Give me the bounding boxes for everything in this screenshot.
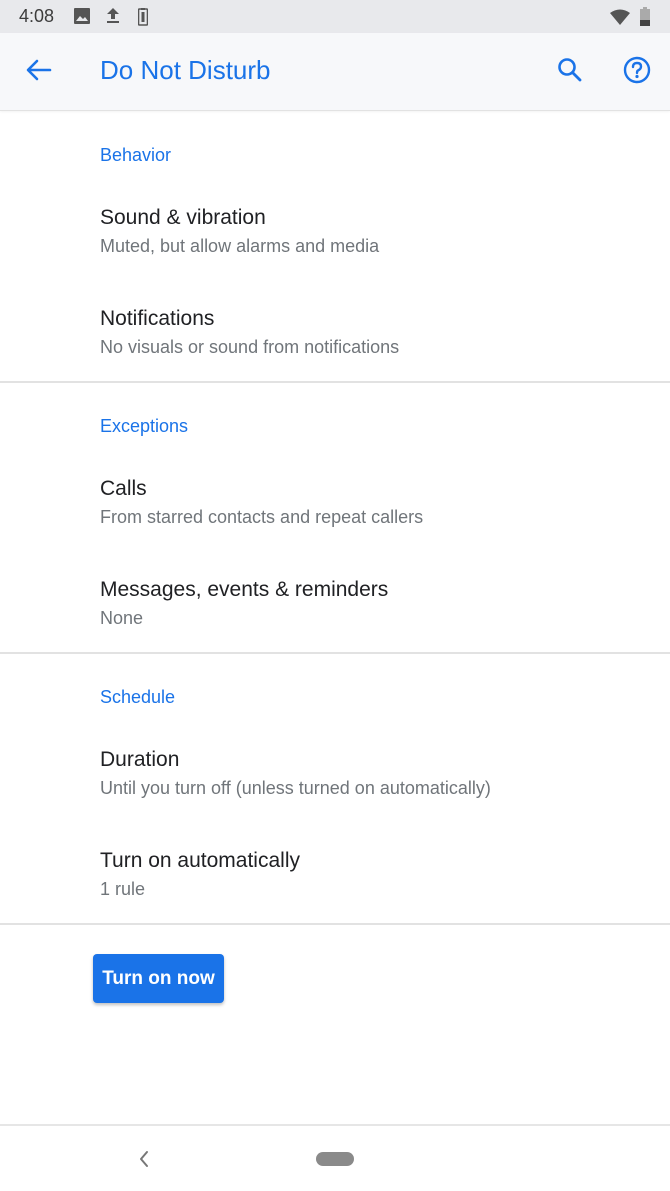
app-bar: Do Not Disturb bbox=[0, 33, 670, 111]
status-bar: 4:08 bbox=[0, 0, 670, 33]
back-button[interactable] bbox=[22, 55, 56, 89]
pref-title: Messages, events & reminders bbox=[100, 578, 389, 601]
section-header-schedule: Schedule bbox=[100, 687, 176, 707]
upload-icon bbox=[106, 8, 120, 29]
page-title: Do Not Disturb bbox=[100, 55, 271, 85]
pref-calls[interactable]: Calls From starred contacts and repeat c… bbox=[0, 477, 670, 577]
pref-title: Turn on automatically bbox=[100, 849, 300, 872]
pref-summary: No visuals or sound from notifications bbox=[100, 337, 400, 357]
turn-on-now-button[interactable]: Turn on now bbox=[93, 954, 224, 1003]
divider bbox=[0, 652, 670, 654]
status-time: 4:08 bbox=[19, 6, 55, 26]
navigation-bar bbox=[0, 1124, 670, 1191]
chevron-left-icon bbox=[134, 1151, 154, 1174]
arrow-back-icon bbox=[26, 59, 52, 86]
divider bbox=[0, 381, 670, 383]
pref-summary: From starred contacts and repeat callers bbox=[100, 507, 424, 527]
pref-notifications[interactable]: Notifications No visuals or sound from n… bbox=[0, 307, 670, 407]
pref-turn-on-automatically[interactable]: Turn on automatically 1 rule bbox=[0, 849, 670, 949]
pref-duration[interactable]: Duration Until you turn off (unless turn… bbox=[0, 748, 670, 848]
pref-title: Notifications bbox=[100, 307, 215, 330]
battery-icon bbox=[640, 7, 650, 31]
search-button[interactable] bbox=[553, 55, 587, 89]
pref-title: Duration bbox=[100, 748, 180, 771]
pref-summary: 1 rule bbox=[100, 879, 146, 899]
pref-title: Calls bbox=[100, 477, 147, 500]
section-header-exceptions: Exceptions bbox=[100, 416, 189, 436]
search-icon bbox=[557, 57, 583, 88]
help-icon bbox=[623, 56, 651, 89]
nav-back-button[interactable] bbox=[134, 1148, 154, 1170]
section-header-behavior: Behavior bbox=[100, 145, 172, 165]
wifi-icon bbox=[610, 9, 630, 30]
pref-messages-events-reminders[interactable]: Messages, events & reminders None bbox=[0, 578, 670, 678]
pref-title: Sound & vibration bbox=[100, 206, 266, 229]
pref-summary: Until you turn off (unless turned on aut… bbox=[100, 778, 491, 798]
image-icon bbox=[74, 8, 90, 29]
help-button[interactable] bbox=[620, 55, 654, 89]
pref-sound-vibration[interactable]: Sound & vibration Muted, but allow alarm… bbox=[0, 206, 670, 306]
pref-summary: Muted, but allow alarms and media bbox=[100, 236, 380, 256]
device-icon bbox=[137, 8, 149, 31]
divider bbox=[0, 923, 670, 925]
nav-home-pill[interactable] bbox=[316, 1152, 354, 1166]
pref-summary: None bbox=[100, 608, 144, 628]
